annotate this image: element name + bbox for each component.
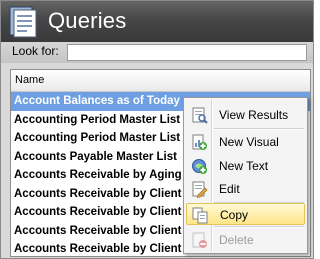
delete-icon — [192, 232, 207, 248]
view-results-icon — [192, 107, 208, 124]
edit-icon — [192, 181, 208, 198]
look-for-label: Look for: — [12, 44, 59, 58]
menu-item-label: Copy — [220, 208, 249, 222]
menu-item-label: New Visual — [219, 135, 279, 149]
menu-item-label: New Text — [219, 159, 269, 173]
name-column-header[interactable]: Name — [11, 70, 310, 92]
menu-item-label: Edit — [219, 182, 240, 196]
copy-icon — [192, 207, 208, 224]
search-bar: Look for: — [1, 42, 313, 63]
menu-item-new-visual[interactable]: New Visual — [186, 131, 305, 153]
title-bar: Queries — [1, 1, 313, 42]
queries-window: Queries Look for: Name Account Balances … — [0, 0, 314, 259]
menu-separator — [214, 226, 304, 228]
new-visual-icon — [192, 134, 207, 150]
menu-item-view-results[interactable]: View Results — [186, 104, 305, 126]
window-title: Queries — [48, 8, 127, 33]
queries-app-icon — [9, 6, 37, 38]
look-for-input[interactable] — [67, 44, 307, 61]
menu-item-label: Delete — [219, 233, 254, 247]
menu-item-delete[interactable]: Delete — [186, 229, 305, 251]
menu-separator — [214, 128, 304, 130]
menu-item-edit[interactable]: Edit — [186, 178, 305, 200]
new-text-icon — [192, 159, 207, 174]
name-column-label: Name — [15, 74, 45, 86]
menu-item-copy[interactable]: Copy — [186, 203, 305, 225]
menu-item-new-text[interactable]: New Text — [186, 155, 305, 177]
context-menu: View Results New Visual New Text Edit Co… — [183, 97, 308, 254]
menu-item-label: View Results — [219, 108, 289, 122]
